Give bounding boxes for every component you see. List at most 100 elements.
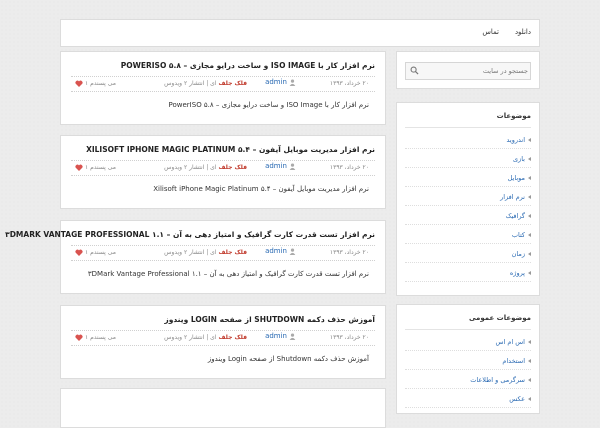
arrow-left-icon bbox=[528, 397, 531, 401]
post-card bbox=[60, 388, 386, 428]
topic-label[interactable]: استخدام bbox=[502, 357, 525, 365]
post-meta: ۲۰ خرداد، ۱۳۹۳ admin فلک جلف ای | انتشار… bbox=[71, 76, 375, 92]
like-count: ۱ می پسندم bbox=[85, 334, 116, 341]
category-label[interactable]: نرم افزار bbox=[500, 193, 525, 201]
category-item[interactable]: اندروید bbox=[405, 136, 531, 149]
topic-item[interactable]: اس ام اس bbox=[405, 338, 531, 351]
author-name[interactable]: admin bbox=[265, 332, 287, 340]
user-icon bbox=[289, 79, 296, 86]
post-author[interactable]: admin bbox=[265, 247, 296, 255]
post-author[interactable]: admin bbox=[265, 78, 296, 86]
category-hot[interactable]: فلک جلف bbox=[218, 80, 247, 87]
user-icon bbox=[289, 333, 296, 340]
category-label[interactable]: بازی bbox=[513, 155, 525, 163]
category-label[interactable]: کتاب bbox=[512, 231, 525, 239]
topic-label[interactable]: سرگرمی و اطلاعات bbox=[470, 376, 525, 384]
nav-download[interactable]: دانلود bbox=[515, 28, 531, 36]
search-input[interactable] bbox=[422, 64, 528, 78]
post-meta: ۲۰ خرداد، ۱۳۹۳ admin فلک جلف ای | انتشار… bbox=[71, 245, 375, 261]
post-title[interactable]: آموزش حذف دکمه SHUTDOWN از صفحه LOGIN وی… bbox=[164, 315, 375, 324]
topic-label[interactable]: عکس bbox=[509, 395, 525, 403]
heart-icon bbox=[75, 164, 83, 171]
category-item[interactable]: نرم افزار bbox=[405, 193, 531, 206]
like-button[interactable]: ۱ می پسندم bbox=[75, 249, 116, 256]
divider bbox=[405, 127, 531, 128]
category-hot[interactable]: فلک جلف bbox=[218, 334, 247, 341]
category-hot[interactable]: فلک جلف bbox=[218, 164, 247, 171]
post-author[interactable]: admin bbox=[265, 162, 296, 170]
search-widget bbox=[396, 51, 540, 89]
post-excerpt: نرم افزار تست قدرت کارت گرافیک و امتیاز … bbox=[87, 270, 369, 278]
divider bbox=[405, 329, 531, 330]
like-count: ۱ می پسندم bbox=[85, 164, 116, 171]
general-topics-widget: موضوعات عمومی اس ام اس استخدام سرگرمی و … bbox=[396, 304, 540, 414]
arrow-left-icon bbox=[528, 138, 531, 142]
category-rest: ای | انتشار ۲ ویدوس bbox=[164, 164, 217, 171]
like-count: ۱ می پسندم bbox=[85, 80, 116, 87]
topic-item[interactable]: سرگرمی و اطلاعات bbox=[405, 376, 531, 389]
nav-contact[interactable]: تماس bbox=[482, 28, 499, 36]
arrow-left-icon bbox=[528, 359, 531, 363]
author-name[interactable]: admin bbox=[265, 78, 287, 86]
post-title[interactable]: نرم افزار تست قدرت کارت گرافیک و امتیاز … bbox=[5, 230, 375, 239]
arrow-left-icon bbox=[528, 157, 531, 161]
post-title[interactable]: نرم افزار کار با ISO IMAGE و ساخت درایو … bbox=[121, 61, 375, 70]
post-category[interactable]: فلک جلف ای | انتشار ۲ ویدوس bbox=[164, 80, 247, 87]
post-category[interactable]: فلک جلف ای | انتشار ۲ ویدوس bbox=[164, 334, 247, 341]
category-label[interactable]: پروژه bbox=[510, 269, 525, 277]
post-card: آموزش حذف دکمه SHUTDOWN از صفحه LOGIN وی… bbox=[60, 305, 386, 379]
category-label[interactable]: موبایل bbox=[508, 174, 525, 182]
like-button[interactable]: ۱ می پسندم bbox=[75, 80, 116, 87]
arrow-left-icon bbox=[528, 233, 531, 237]
category-label[interactable]: گرافیک bbox=[506, 212, 525, 220]
heart-icon bbox=[75, 249, 83, 256]
user-icon bbox=[289, 163, 296, 170]
search-box bbox=[405, 62, 531, 80]
post-date: ۲۰ خرداد، ۱۳۹۳ bbox=[329, 249, 369, 256]
post-category[interactable]: فلک جلف ای | انتشار ۲ ویدوس bbox=[164, 164, 247, 171]
search-icon[interactable] bbox=[410, 66, 419, 75]
topic-item[interactable]: استخدام bbox=[405, 357, 531, 370]
category-item[interactable]: کتاب bbox=[405, 231, 531, 244]
like-button[interactable]: ۱ می پسندم bbox=[75, 334, 116, 341]
widget-title: موضوعات bbox=[496, 112, 531, 120]
category-item[interactable]: موبایل bbox=[405, 174, 531, 187]
post-card: نرم افزار مدیریت موبایل آیفون – XILISOFT… bbox=[60, 135, 386, 209]
post-author[interactable]: admin bbox=[265, 332, 296, 340]
heart-icon bbox=[75, 80, 83, 87]
author-name[interactable]: admin bbox=[265, 247, 287, 255]
topic-item[interactable]: عکس bbox=[405, 395, 531, 408]
arrow-left-icon bbox=[528, 195, 531, 199]
post-title[interactable]: نرم افزار مدیریت موبایل آیفون – XILISOFT… bbox=[86, 145, 375, 154]
like-count: ۱ می پسندم bbox=[85, 249, 116, 256]
category-item[interactable]: زمان bbox=[405, 250, 531, 263]
category-item[interactable]: پروژه bbox=[405, 269, 531, 282]
post-card: نرم افزار کار با ISO IMAGE و ساخت درایو … bbox=[60, 51, 386, 125]
post-excerpt: آموزش حذف دکمه Shutdown از صفحه Login وی… bbox=[207, 355, 369, 363]
post-excerpt: نرم افزار کار با ISO Image و ساخت درایو … bbox=[168, 101, 369, 109]
category-hot[interactable]: فلک جلف bbox=[218, 249, 247, 256]
category-label[interactable]: اندروید bbox=[506, 136, 525, 144]
post-meta: ۲۰ خرداد، ۱۳۹۳ admin فلک جلف ای | انتشار… bbox=[71, 160, 375, 176]
category-item[interactable]: گرافیک bbox=[405, 212, 531, 225]
arrow-left-icon bbox=[528, 271, 531, 275]
topic-label[interactable]: اس ام اس bbox=[496, 338, 525, 346]
post-meta: ۲۰ خرداد، ۱۳۹۳ admin فلک جلف ای | انتشار… bbox=[71, 330, 375, 346]
top-navbar: دانلود تماس bbox=[60, 19, 540, 47]
category-item[interactable]: بازی bbox=[405, 155, 531, 168]
post-card: نرم افزار تست قدرت کارت گرافیک و امتیاز … bbox=[5, 220, 386, 294]
post-date: ۲۰ خرداد، ۱۳۹۳ bbox=[329, 164, 369, 171]
categories-widget: موضوعات اندروید بازی موبایل نرم افزار گر… bbox=[396, 102, 540, 296]
post-category[interactable]: فلک جلف ای | انتشار ۲ ویدوس bbox=[164, 249, 247, 256]
post-excerpt: نرم افزار مدیریت موبایل آیفون – Xilisoft… bbox=[153, 185, 369, 193]
category-label[interactable]: زمان bbox=[512, 250, 525, 258]
arrow-left-icon bbox=[528, 252, 531, 256]
author-name[interactable]: admin bbox=[265, 162, 287, 170]
post-date: ۲۰ خرداد، ۱۳۹۳ bbox=[329, 334, 369, 341]
user-icon bbox=[289, 248, 296, 255]
like-button[interactable]: ۱ می پسندم bbox=[75, 164, 116, 171]
arrow-left-icon bbox=[528, 176, 531, 180]
heart-icon bbox=[75, 334, 83, 341]
arrow-left-icon bbox=[528, 340, 531, 344]
post-date: ۲۰ خرداد، ۱۳۹۳ bbox=[329, 80, 369, 87]
